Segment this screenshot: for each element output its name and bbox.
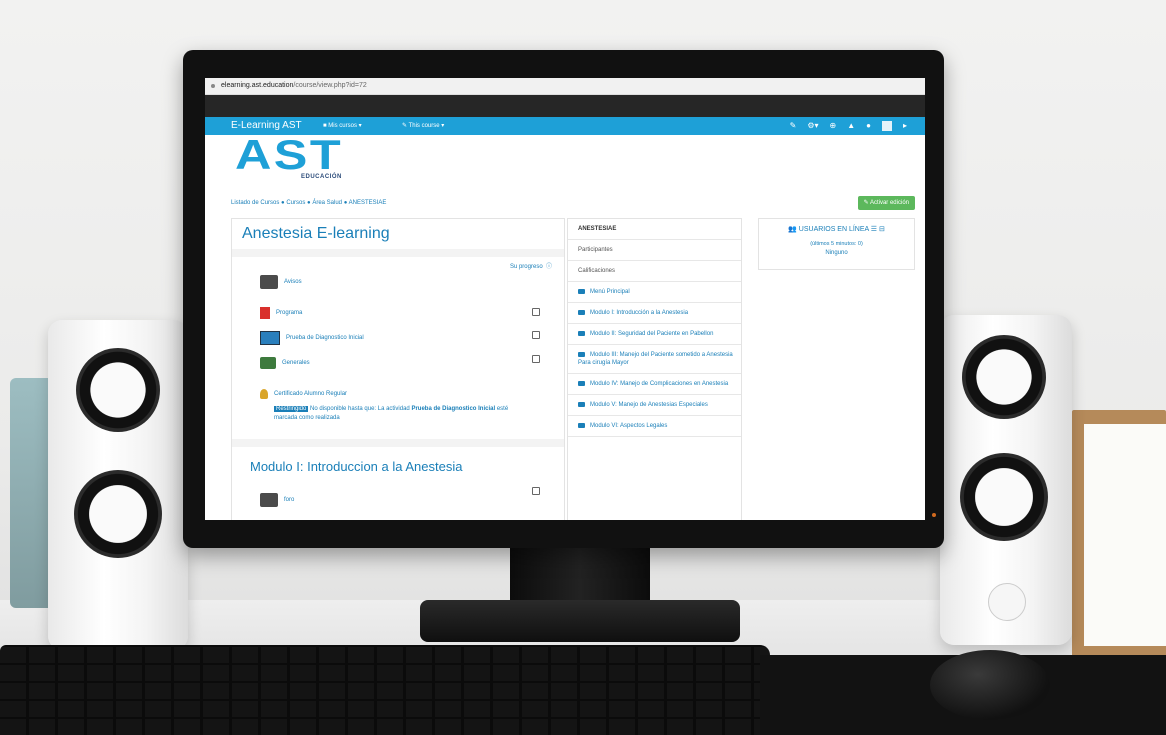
nav-module[interactable]: Modulo I: Introducción a la Anestesia [568,303,741,324]
globe-icon[interactable]: ⊕ [830,117,837,135]
online-users-none: Ninguno [825,250,848,256]
activity-generales[interactable]: Generales [260,357,310,369]
nav-module[interactable]: Modulo III: Manejo del Paciente sometido… [568,345,741,374]
online-users-subtitle: (últimos 5 minutos: 0) [810,241,863,247]
power-led [932,513,936,517]
nav-module[interactable]: Modulo II: Seguridad del Paciente en Pab… [568,324,741,345]
nav-participants[interactable]: Participantes [568,240,741,261]
certificate-icon [260,389,268,399]
folder-icon [578,351,585,357]
nav-module[interactable]: Modulo IV: Manejo de Complicaciones en A… [568,374,741,395]
activity-foro[interactable]: foro [260,493,294,507]
progress-label: Su progreso ⓘ [509,264,552,270]
section-title: Modulo I: Introduccion a la Anestesia [250,459,463,474]
nav-grades[interactable]: Calificaciones [568,261,741,282]
folder-icon [578,330,585,336]
activity-programa[interactable]: Programa [260,307,302,319]
page-title: Anestesia E-learning [242,225,390,242]
bell-icon[interactable]: ▲ [847,117,855,135]
caret-icon[interactable]: ▸ [903,117,907,135]
mouse [930,650,1050,720]
left-speaker [48,320,188,650]
this-course-menu[interactable]: ✎ This course ▾ [402,117,444,135]
address-bar[interactable]: elearning.ast.education/course/view.php?… [205,78,925,95]
breadcrumb-item[interactable]: Área Salud [312,200,342,206]
section-divider [232,439,564,447]
breadcrumb-item[interactable]: Listado de Cursos [231,200,279,206]
activity-prueba[interactable]: Prueba de Diagnostico Inicial [260,331,364,345]
folder-icon [578,401,585,407]
users-icon: 👥 [788,226,797,233]
right-speaker [940,315,1072,645]
breadcrumb-item[interactable]: ANESTESIAE [349,200,387,206]
forum-icon [260,493,278,507]
settings-icon[interactable]: ⚙▾ [807,117,818,135]
chat-icon[interactable]: ● [866,117,871,135]
site-logo[interactable]: AST EDUCACIÓN [235,134,342,181]
online-users-title: 👥 USUARIOS EN LÍNEA ☰ ⊟ [788,226,885,233]
nav-module[interactable]: Modulo VI: Aspectos Legales [568,416,741,437]
avatar[interactable] [881,121,892,131]
completion-checkbox[interactable] [532,331,540,339]
edit-icon[interactable]: ✎ [790,117,797,135]
completion-checkbox[interactable] [532,487,540,495]
section-divider [232,249,564,257]
folder-icon [578,422,585,428]
course-navigation-block: ANESTESIAE Participantes Calificaciones … [567,218,742,520]
breadcrumb-item[interactable]: Cursos [286,200,305,206]
url-host: elearning.ast.education [221,82,294,89]
restricted-badge: Restringido [274,406,309,412]
online-users-block: 👥 USUARIOS EN LÍNEA ☰ ⊟ (últimos 5 minut… [758,218,915,270]
folder-icon [578,288,585,294]
lock-icon [211,84,215,88]
forum-icon [260,357,276,369]
picture-frame [1072,410,1166,660]
block-header: ANESTESIAE [568,219,741,240]
url-path: /course/view.php?id=72 [293,82,367,89]
completion-checkbox[interactable] [532,355,540,363]
quiz-icon [260,331,280,345]
block-controls-icon[interactable]: ☰ ⊟ [871,226,885,233]
breadcrumb: Listado de Cursos ● Cursos ● Área Salud … [231,200,387,206]
keyboard [0,645,770,735]
forum-icon [260,275,278,289]
completion-checkbox[interactable] [532,308,540,316]
activity-avisos[interactable]: Avisos [260,275,302,289]
nav-module[interactable]: Modulo V: Manejo de Anestesias Especiale… [568,395,741,416]
monitor-base [420,600,740,642]
course-content: Anestesia E-learning Su progreso ⓘ Aviso… [231,218,565,520]
activity-certificado[interactable]: Certificado Alumno Regular [260,389,347,399]
browser-toolbar [205,95,925,117]
pdf-icon [260,307,270,319]
folder-icon [578,309,585,315]
nav-module[interactable]: Menú Principal [568,282,741,303]
screen: elearning.ast.education/course/view.php?… [205,78,925,520]
restriction-note: Restringido No disponible hasta que: La … [274,406,509,421]
logo-text: AST [235,131,343,178]
folder-icon [578,380,585,386]
turn-editing-on-button[interactable]: ✎ Activar edición [857,196,915,210]
